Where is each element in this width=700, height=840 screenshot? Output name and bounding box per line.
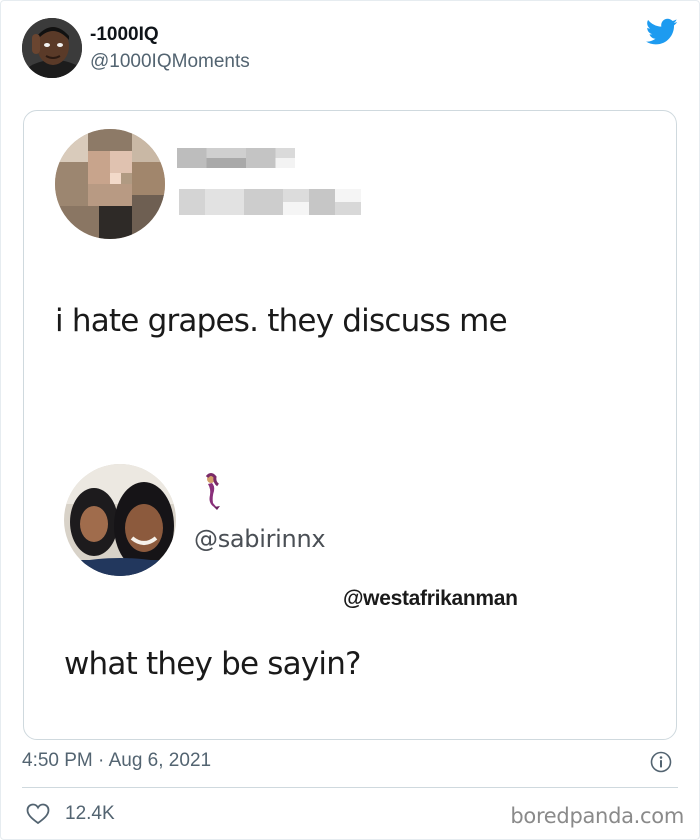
author-avatar[interactable] <box>22 18 82 78</box>
author-handle[interactable]: @1000IQMoments <box>90 51 250 73</box>
heart-icon[interactable] <box>26 803 50 825</box>
author-display-name[interactable]: -1000IQ <box>90 24 159 46</box>
original-post-text: i hate grapes. they discuss me <box>55 303 508 339</box>
footer-divider <box>22 787 678 788</box>
reply-avatar <box>64 464 176 576</box>
tweet-header: -1000IQ @1000IQMoments <box>22 18 678 82</box>
pixelated-handle <box>177 189 363 215</box>
reply-text: what they be sayin? <box>64 646 362 682</box>
pixelated-name <box>177 147 295 169</box>
tweet-timestamp[interactable]: 4:50 PM · Aug 6, 2021 <box>22 750 211 772</box>
twitter-bird-icon[interactable] <box>645 18 678 46</box>
watermark: boredpanda.com <box>510 804 684 828</box>
info-icon[interactable] <box>650 751 672 773</box>
reply-mention: @westafrikanman <box>343 587 518 610</box>
like-count[interactable]: 12.4K <box>65 803 115 825</box>
pixelated-avatar <box>55 129 165 239</box>
tweet-media-image[interactable]: i hate grapes. they discuss me @sabirinn… <box>23 110 677 740</box>
mermaid-emoji-icon <box>200 473 222 511</box>
reply-handle: @sabirinnx <box>194 525 326 553</box>
